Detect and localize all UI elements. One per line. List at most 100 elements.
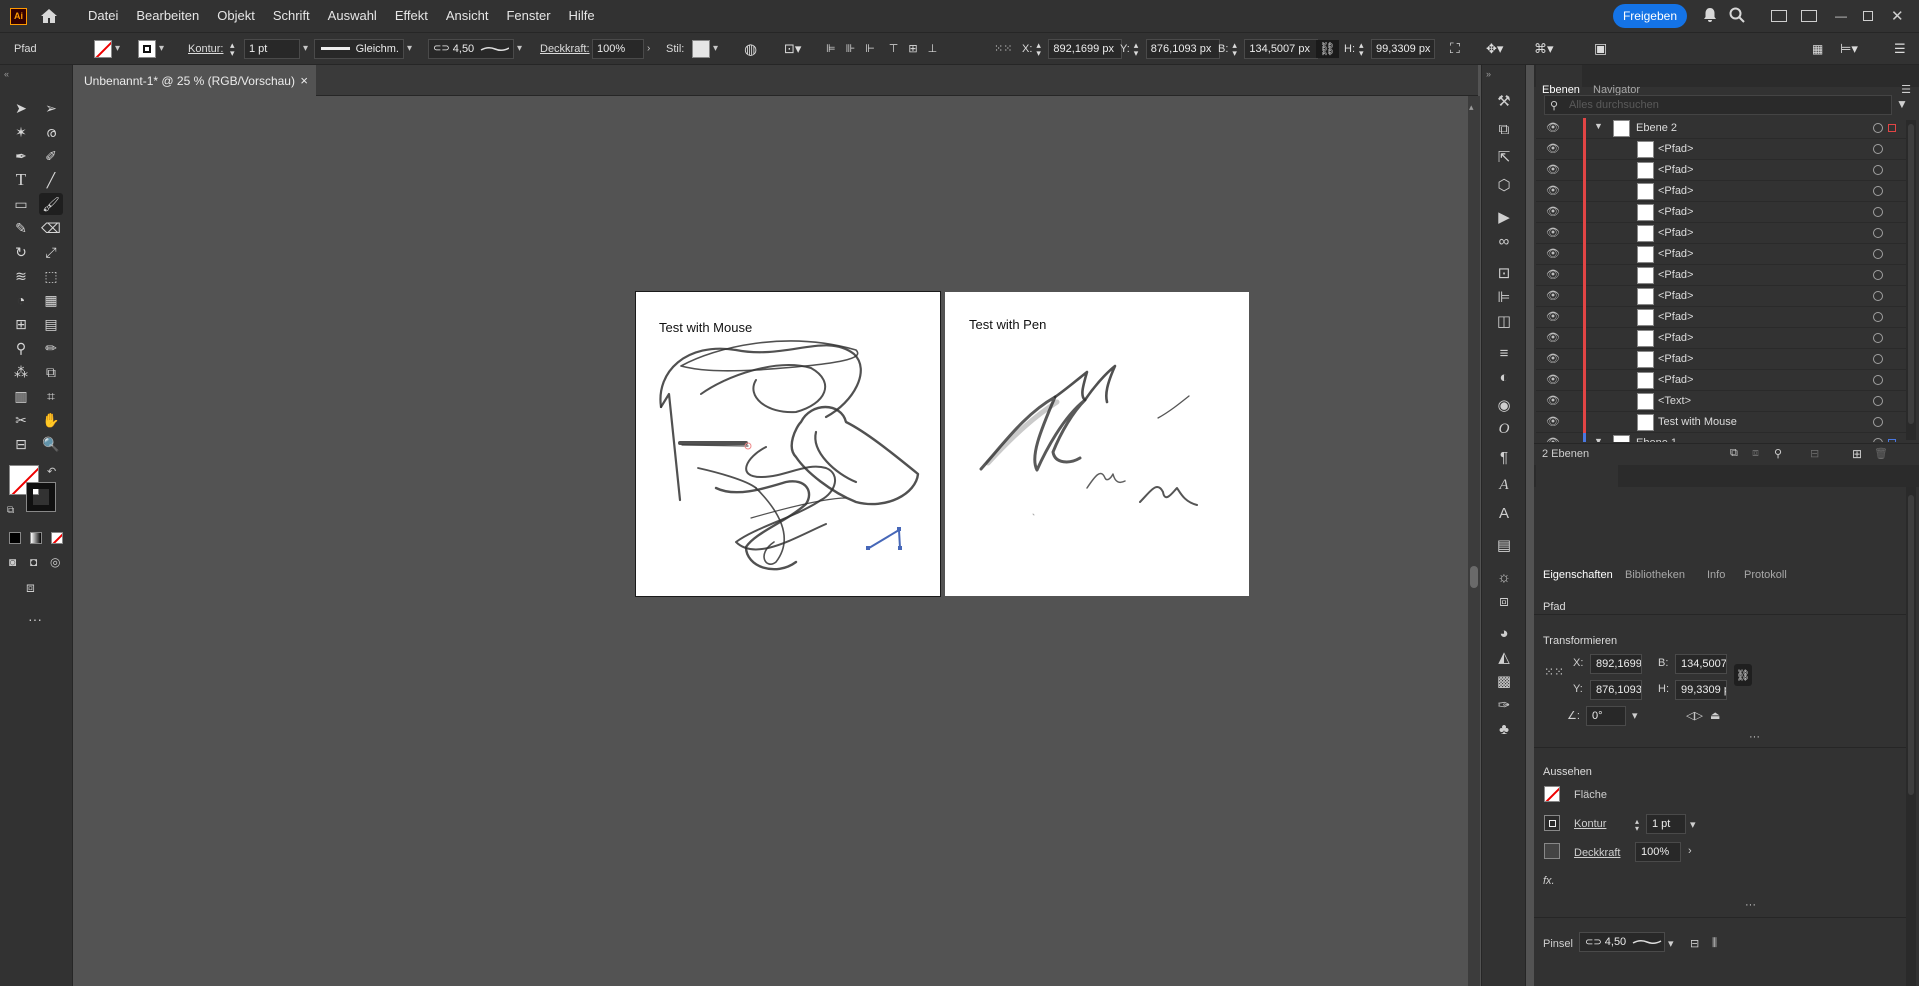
profile-dropdown[interactable]: ▾ — [407, 43, 412, 54]
character-icon[interactable]: A — [1492, 501, 1516, 525]
export-icon[interactable]: ⇱ — [1492, 145, 1516, 169]
swatches-icon[interactable]: ◕ — [1492, 621, 1516, 645]
constrain-proportions-icon[interactable]: ⛓ — [1734, 664, 1752, 686]
reference-point-grid[interactable]: ⁙⁙ — [1544, 665, 1564, 679]
layers-search[interactable]: ⚲ Alles durchsuchen — [1544, 95, 1892, 115]
arrange-documents-icon[interactable] — [1771, 10, 1787, 22]
w-stepper[interactable]: ▴ ▾ — [1232, 40, 1242, 57]
workspace-icon[interactable] — [1801, 10, 1817, 22]
fill-swatch[interactable] — [94, 39, 112, 58]
layer-row[interactable]: 👁 ▼ Ebene 1 — [1536, 433, 1906, 442]
menu-hilfe[interactable]: Hilfe — [560, 0, 604, 32]
visibility-eye-icon[interactable]: 👁 — [1546, 184, 1560, 197]
target-icon[interactable] — [1873, 270, 1883, 280]
layer-item-row[interactable]: 👁 <Pfad> — [1536, 349, 1906, 370]
align-to-icon[interactable]: ⊡▾ — [784, 41, 801, 57]
menu-fenster[interactable]: Fenster — [497, 0, 559, 32]
character-styles-icon[interactable]: A — [1492, 473, 1516, 497]
fill-swatch[interactable] — [1544, 786, 1560, 802]
share-button[interactable]: Freigeben — [1612, 4, 1687, 28]
transparency-icon[interactable]: ◐ — [1492, 365, 1516, 389]
expand-chevron-icon[interactable]: ▼ — [1594, 121, 1603, 131]
screen-mode-icon[interactable]: ⧈ — [26, 579, 35, 596]
layers-menu-icon[interactable]: ☰ — [1901, 83, 1911, 96]
default-colors-icon[interactable]: ⧉ — [7, 505, 14, 516]
gradient-mode-icon[interactable] — [30, 532, 42, 544]
visibility-eye-icon[interactable]: 👁 — [1546, 226, 1560, 239]
fill-dropdown-icon[interactable]: ▾ — [115, 43, 120, 54]
appearance-icon[interactable]: ◉ — [1492, 393, 1516, 417]
prop-y-input[interactable]: 876,1093 p — [1590, 680, 1642, 700]
canvas-scrollbar[interactable]: ▴ — [1468, 96, 1480, 986]
tab-info[interactable]: Info — [1707, 569, 1725, 581]
paragraph-icon[interactable]: ¶ — [1492, 445, 1516, 469]
column-graph-tool-icon[interactable]: ▥ — [9, 385, 33, 407]
symbols-icon[interactable]: ♣ — [1492, 717, 1516, 741]
tab-history[interactable]: Protokoll — [1744, 569, 1787, 581]
links-icon[interactable]: ∞ — [1492, 229, 1516, 253]
transform-icon[interactable]: ⛶ — [1450, 40, 1460, 57]
gradient-tool-icon[interactable]: ▤ — [39, 313, 63, 335]
align-vcenter-icon[interactable]: ⊞ — [908, 42, 917, 55]
puppet-warp-icon[interactable]: ✥▾ — [1486, 41, 1503, 57]
layer-item-row[interactable]: 👁 <Pfad> — [1536, 328, 1906, 349]
visibility-eye-icon[interactable]: 👁 — [1546, 247, 1560, 260]
stroke-swatch[interactable] — [138, 39, 156, 58]
target-icon[interactable] — [1873, 291, 1883, 301]
constrain-proportions-icon[interactable]: ⛓ — [1316, 39, 1339, 58]
visibility-eye-icon[interactable]: 👁 — [1546, 163, 1560, 176]
align-hcenter-icon[interactable]: ⊪ — [846, 42, 856, 55]
reference-point-icon[interactable]: ⁙⁙ — [994, 42, 1012, 55]
graphic-styles-icon[interactable]: ▩ — [1492, 669, 1516, 693]
x-stepper[interactable]: ▴ ▾ — [1036, 40, 1046, 57]
visibility-eye-icon[interactable]: 👁 — [1546, 415, 1560, 428]
stroke-weight-dropdown[interactable]: ▾ — [303, 43, 308, 54]
artboard-pen[interactable]: Test with Pen — [945, 292, 1249, 596]
angle-dropdown[interactable]: ▾ — [1632, 709, 1638, 722]
visibility-eye-icon[interactable]: 👁 — [1546, 289, 1560, 302]
visibility-eye-icon[interactable]: 👁 — [1546, 352, 1560, 365]
layer-item-row[interactable]: 👁 <Pfad> — [1536, 181, 1906, 202]
visibility-eye-icon[interactable]: 👁 — [1546, 142, 1560, 155]
y-stepper[interactable]: ▴ ▾ — [1134, 40, 1144, 57]
prop-x-input[interactable]: 892,1699 p — [1590, 654, 1642, 674]
app-logo[interactable]: Ai — [10, 7, 27, 25]
target-icon[interactable] — [1873, 144, 1883, 154]
zoom-tool-icon[interactable]: 🔍 — [39, 433, 63, 455]
create-sublayer-icon[interactable]: ⊟ — [1810, 447, 1819, 460]
eyedropper-tool-icon[interactable]: ⚲ — [9, 337, 33, 359]
opacity-expand-icon[interactable]: › — [1688, 845, 1692, 857]
delete-layer-icon[interactable]: 🗑 — [1874, 447, 1888, 460]
expand-chevron-icon[interactable]: ▼ — [1594, 436, 1603, 442]
target-icon[interactable] — [1873, 354, 1883, 364]
menu-bearbeiten[interactable]: Bearbeiten — [127, 0, 208, 32]
edit-toolbar-icon[interactable]: ··· — [28, 611, 42, 627]
x-input[interactable]: 892,1699 px — [1048, 38, 1123, 59]
pen-tool-icon[interactable]: ✒ — [9, 145, 33, 167]
layer-item-row[interactable]: 👁 <Pfad> — [1536, 307, 1906, 328]
blend-tool-icon[interactable]: ⧉ — [39, 361, 63, 383]
visibility-eye-icon[interactable]: 👁 — [1546, 394, 1560, 407]
target-icon[interactable] — [1873, 312, 1883, 322]
menu-objekt[interactable]: Objekt — [208, 0, 264, 32]
align-left-icon[interactable]: ⊫ — [826, 42, 836, 55]
opacity-input[interactable]: 100% — [592, 38, 644, 59]
none-mode-icon[interactable] — [51, 532, 63, 544]
collect-export-icon[interactable]: ⧉ — [1730, 447, 1738, 460]
actions-icon[interactable]: ▶ — [1492, 205, 1516, 229]
align-panel-icon[interactable]: ⊫ — [1492, 285, 1516, 309]
direct-selection-tool-icon[interactable]: ➢ — [39, 97, 63, 119]
color-panel-icon[interactable]: ◭ — [1492, 645, 1516, 669]
target-icon[interactable] — [1873, 375, 1883, 385]
flip-horizontal-icon[interactable]: ◁▷ — [1686, 709, 1703, 722]
asset-export-icon[interactable]: ⧈ — [1492, 589, 1516, 613]
rectangle-tool-icon[interactable]: ▭ — [9, 193, 33, 215]
stroke-weight-dropdown[interactable]: ▾ — [1690, 818, 1696, 831]
draw-normal-icon[interactable]: ◙ — [9, 555, 16, 569]
brush-definition-field[interactable]: ⊂⊃ 4,50 — [1579, 932, 1665, 952]
image-trace-icon[interactable]: ▣ — [1594, 40, 1607, 57]
target-icon[interactable] — [1873, 207, 1883, 217]
opentype-icon[interactable]: O — [1492, 417, 1516, 441]
gradient-panel-icon[interactable]: ▤ — [1492, 533, 1516, 557]
swap-colors-icon[interactable]: ↶ — [47, 465, 56, 478]
